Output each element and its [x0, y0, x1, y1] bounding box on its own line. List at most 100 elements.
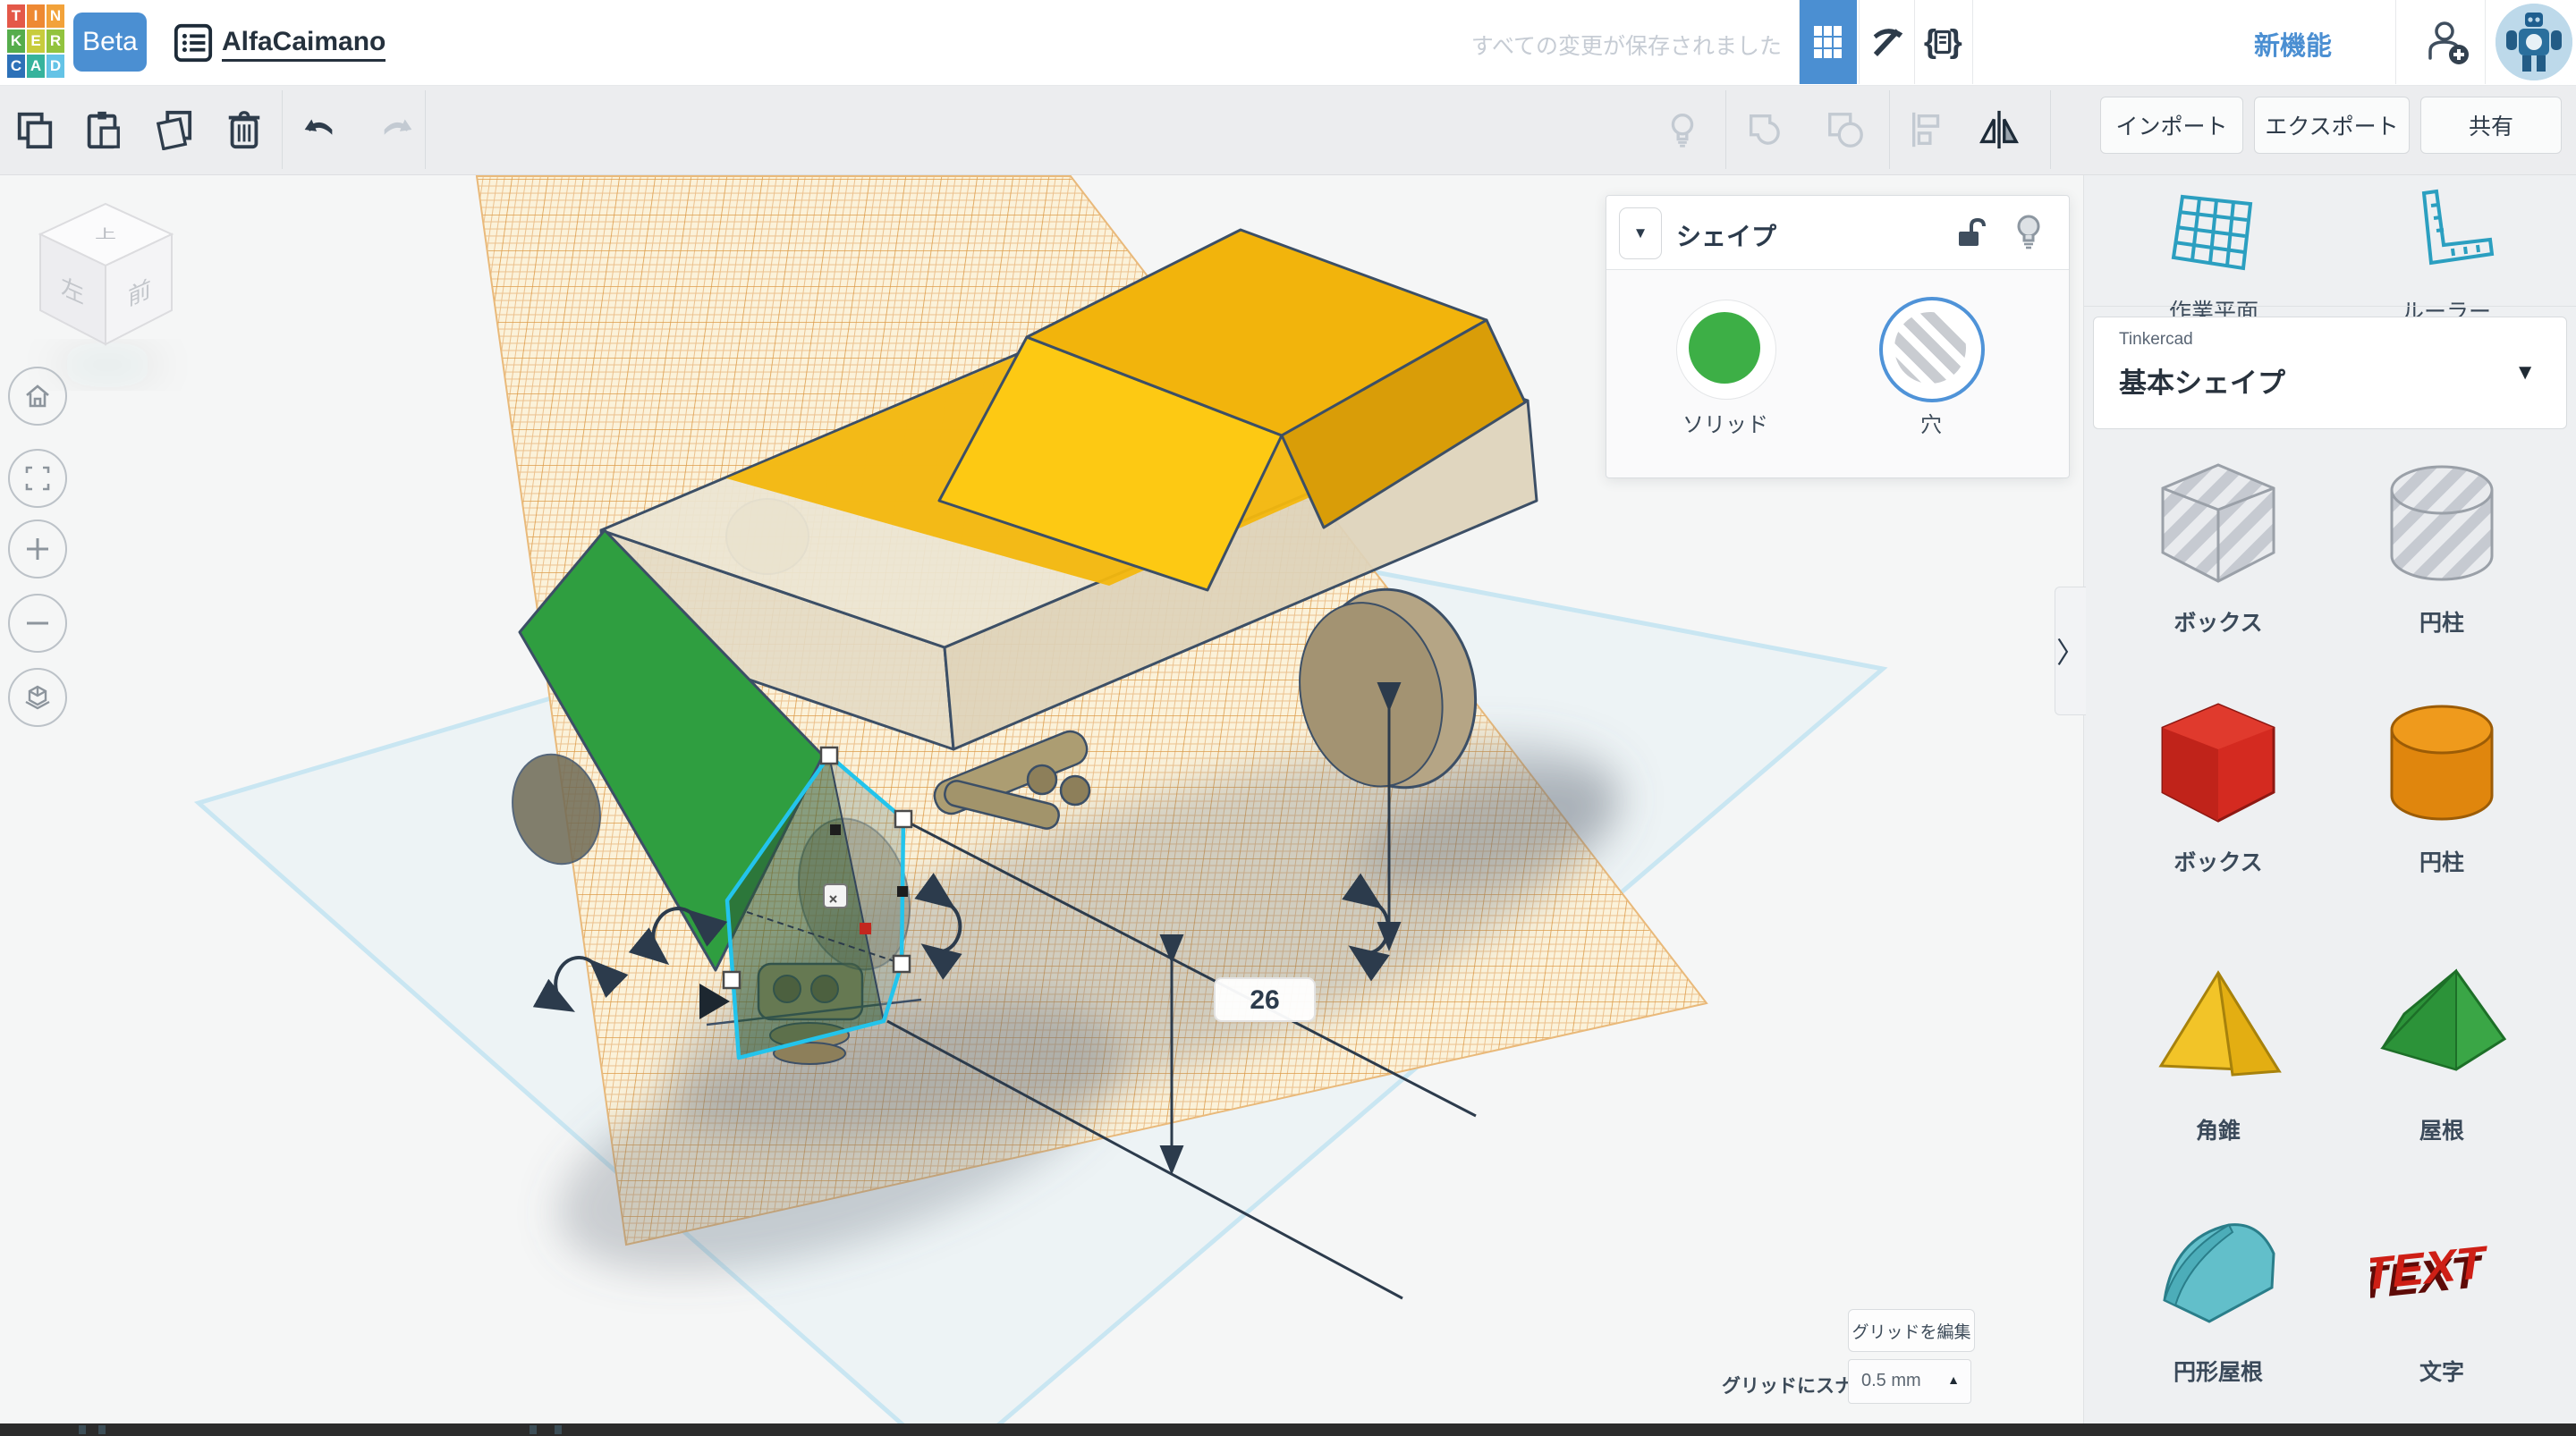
blocks-view-button[interactable]	[1800, 0, 1857, 84]
minecraft-button[interactable]	[1859, 0, 1916, 84]
shape-library-select[interactable]: Tinkercad 基本シェイプ ▼	[2093, 317, 2567, 429]
fit-view-icon	[23, 464, 52, 493]
divider	[2084, 306, 2576, 307]
panel-title: シェイプ	[1676, 217, 1776, 253]
pyramid-icon	[2147, 960, 2290, 1103]
ungroup-icon[interactable]	[1825, 109, 1866, 150]
striped-cylinder-icon	[2370, 452, 2513, 596]
shape-tile-pyramid[interactable]: 角錐	[2106, 960, 2330, 1145]
delete-icon[interactable]	[224, 109, 265, 150]
import-button[interactable]: インポート	[2100, 97, 2243, 154]
height-handle[interactable]	[860, 923, 871, 934]
home-icon	[27, 386, 48, 406]
zoom-out-button[interactable]	[8, 594, 67, 653]
shape-tile-cylinder[interactable]: 円柱	[2330, 692, 2554, 877]
caret-down-icon[interactable]: ▼	[1619, 207, 1662, 259]
codeblocks-icon: { }	[1922, 21, 1963, 63]
divider	[1889, 90, 1890, 169]
add-person-icon	[2421, 17, 2471, 67]
logo-tile: A	[27, 55, 45, 78]
zoom-in-icon	[24, 536, 51, 562]
divider	[425, 90, 426, 169]
redo-icon[interactable]	[377, 109, 419, 150]
copy-icon[interactable]	[14, 109, 55, 150]
mirror-icon[interactable]	[1979, 109, 2020, 150]
new-features-link[interactable]: 新機能	[2254, 25, 2332, 63]
save-status: すべての変更が保存されました	[1471, 29, 1782, 61]
solid-swatch[interactable]	[1676, 300, 1776, 400]
snap-grid-select[interactable]: 0.5 mm ▲	[1848, 1359, 1971, 1404]
logo-tile: R	[47, 30, 64, 53]
shape-tile-box[interactable]: ボックス	[2106, 692, 2330, 877]
view-cube[interactable]: 上 左 前	[40, 204, 172, 376]
undo-icon[interactable]	[298, 109, 339, 150]
shape-inspector-panel: ▼ シェイプ ソリッド 穴	[1606, 195, 2070, 478]
shape-tile-round-roof[interactable]: 円形屋根	[2106, 1202, 2330, 1387]
tinkercad-logo[interactable]: T I N K E R C A D	[7, 4, 66, 80]
codeblocks-button[interactable]: { }	[1914, 0, 1971, 84]
svg-text:}: }	[1950, 23, 1962, 60]
group-icon[interactable]	[1744, 109, 1785, 150]
perspective-icon	[22, 682, 53, 713]
dock-strip	[0, 1423, 2576, 1436]
add-person-button[interactable]	[2408, 0, 2485, 84]
library-brand: Tinkercad	[2119, 330, 2193, 350]
home-view-button[interactable]	[8, 367, 67, 426]
shape-tile-cylinder-hole[interactable]: 円柱	[2330, 452, 2554, 638]
hole-swatch[interactable]	[1879, 297, 1985, 402]
round-roof-icon	[2147, 1202, 2290, 1345]
workplane-tool[interactable]: 作業平面	[2124, 186, 2303, 320]
bulb-icon[interactable]	[2011, 212, 2046, 251]
export-button[interactable]: エクスポート	[2254, 97, 2410, 154]
divider	[2050, 90, 2051, 169]
orange-cylinder-icon	[2370, 692, 2513, 835]
shape-tile-text[interactable]: TEXT TEXT 文字	[2330, 1202, 2554, 1387]
zoom-out-icon	[24, 610, 51, 637]
shape-inspector-header: ▼ シェイプ	[1606, 196, 2069, 270]
divider	[2485, 0, 2486, 84]
divider	[2395, 0, 2396, 84]
design-title[interactable]: AlfaCaimano	[222, 27, 386, 62]
blocks-grid-icon	[1810, 21, 1846, 63]
text-shape-icon: TEXT TEXT	[2370, 1202, 2513, 1345]
solid-color-circle	[1689, 312, 1760, 384]
hole-striped-circle	[1894, 312, 1966, 384]
shapes-sidebar: 作業平面 ルーラー Tinkercad 基本シェイプ ▼ ボックス	[2083, 175, 2576, 1436]
snap-value: 0.5 mm	[1861, 1371, 1921, 1391]
svg-text:26: 26	[1250, 985, 1279, 1015]
logo-tile: T	[7, 4, 25, 28]
duplicate-icon[interactable]	[152, 109, 193, 150]
dimension-label[interactable]: 26	[1215, 978, 1315, 1021]
sidebar-collapse-tab[interactable]: 〉	[2055, 587, 2086, 715]
top-bar: T I N K E R C A D Beta AlfaCaimano すべての変…	[0, 0, 2576, 86]
paste-icon[interactable]	[82, 109, 123, 150]
caret-down-icon: ▼	[2514, 360, 2536, 385]
divider	[1725, 90, 1726, 169]
shape-tile-box-hole[interactable]: ボックス	[2106, 452, 2330, 638]
fit-view-button[interactable]	[8, 449, 67, 508]
edit-grid-button[interactable]: グリッドを編集	[1848, 1309, 1975, 1352]
caret-up-icon: ▲	[1947, 1373, 1960, 1387]
shape-tile-roof[interactable]: 屋根	[2330, 960, 2554, 1145]
logo-tile: K	[7, 30, 25, 53]
logo-tile: N	[47, 4, 64, 28]
roof-icon	[2370, 960, 2513, 1103]
avatar[interactable]	[2496, 4, 2572, 80]
hole-label: 穴	[1882, 407, 1980, 438]
viewcube-top-label[interactable]: 上	[95, 227, 116, 241]
logo-tile: E	[27, 30, 45, 53]
logo-tile: C	[7, 55, 25, 78]
unlock-icon[interactable]	[1953, 215, 1989, 251]
beta-badge[interactable]: Beta	[73, 13, 147, 72]
light-icon[interactable]	[1662, 109, 1703, 150]
share-button[interactable]: 共有	[2420, 97, 2562, 154]
perspective-button[interactable]	[8, 668, 67, 727]
library-name: 基本シェイプ	[2119, 360, 2285, 401]
align-icon[interactable]	[1907, 109, 1948, 150]
zoom-in-button[interactable]	[8, 519, 67, 579]
red-box-icon	[2147, 692, 2290, 835]
ruler-tool[interactable]: ルーラー	[2357, 186, 2536, 320]
divider	[1972, 0, 1973, 84]
list-icon[interactable]	[173, 22, 214, 63]
divider	[282, 90, 283, 169]
